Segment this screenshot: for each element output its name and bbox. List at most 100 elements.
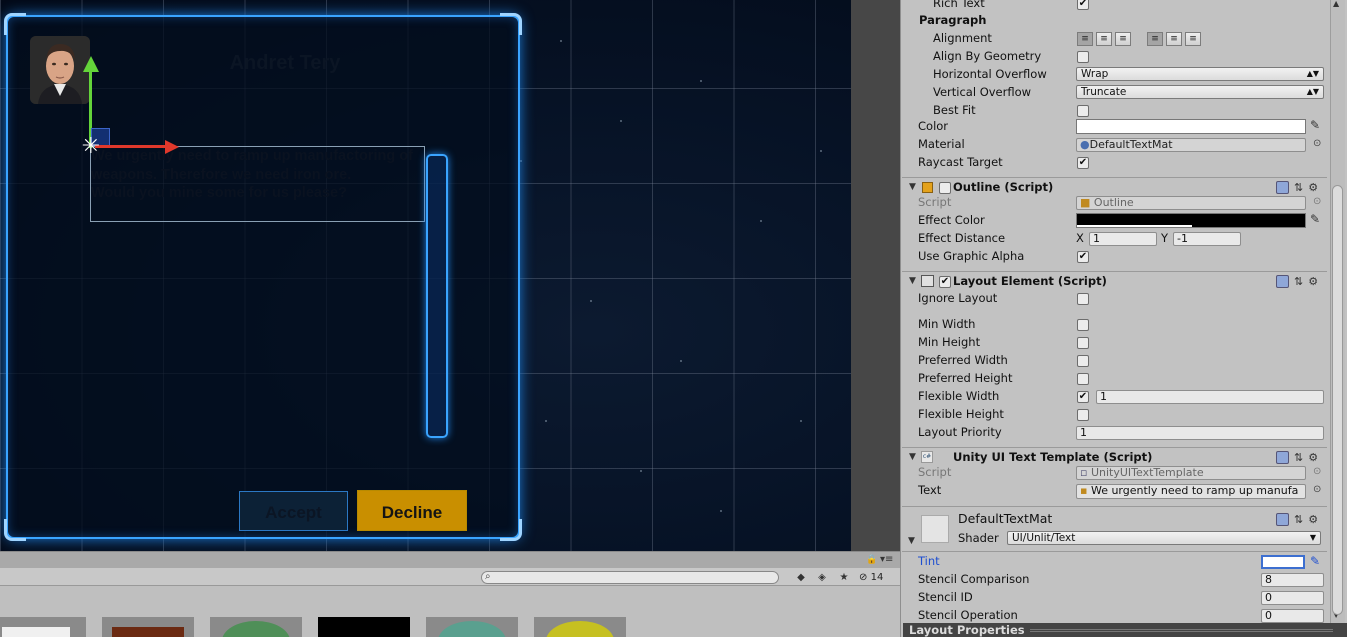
flexible-height-checkbox[interactable] (1077, 409, 1089, 421)
panel-menu-icon[interactable]: ▾≡ (880, 554, 893, 565)
layout-element-enabled-checkbox[interactable]: ✔ (939, 276, 951, 288)
help-book-icon[interactable] (1276, 451, 1289, 464)
hidden-count: 14 (870, 572, 884, 583)
preset-icon[interactable]: ⇅ (1294, 513, 1303, 526)
drag-handle[interactable] (1030, 629, 1333, 632)
asset-thumbnail[interactable] (0, 617, 86, 637)
lock-icon[interactable]: 🔒 (866, 555, 877, 565)
accept-button[interactable]: Accept (239, 491, 348, 531)
filter-by-type-icon[interactable]: ◆ (793, 571, 809, 584)
asset-thumbnail[interactable] (426, 617, 518, 637)
align-center-button[interactable]: ≡ (1096, 32, 1112, 46)
flexible-width-checkbox[interactable]: ✔ (1077, 391, 1089, 403)
align-bottom-button[interactable]: ≡ (1185, 32, 1201, 46)
project-search-input[interactable]: ⌕ (481, 571, 779, 584)
raycast-target-checkbox[interactable]: ✔ (1077, 157, 1089, 169)
eyedropper-icon[interactable]: ✎ (1310, 554, 1320, 568)
asset-thumbnail[interactable] (534, 617, 626, 637)
layout-properties-bar[interactable]: Layout Properties (903, 623, 1347, 637)
rich-text-checkbox[interactable]: ✔ (1077, 0, 1089, 10)
foldout-arrow-icon[interactable]: ▼ (909, 276, 916, 286)
asset-thumbnail[interactable] (210, 617, 302, 637)
stencil-comparison-field[interactable]: 8 (1261, 573, 1324, 587)
foldout-arrow-icon[interactable]: ▼ (909, 452, 916, 462)
inspector-scroll-thumb[interactable] (1332, 185, 1343, 615)
scene-out-of-bounds (851, 0, 900, 551)
eye-slash-icon: ⊘ (859, 572, 868, 583)
gear-icon[interactable]: ⚙ (1308, 513, 1318, 526)
foldout-arrow-icon[interactable]: ▼ (909, 182, 916, 192)
divider (902, 506, 1327, 507)
scene-view[interactable]: Andret Tery We urgently need to ramp up … (0, 0, 900, 551)
dropdown-arrow-icon: ▲▼ (1306, 69, 1319, 78)
hidden-packages-toggle[interactable]: ⊘ 14 (859, 570, 897, 585)
effect-color-swatch[interactable] (1076, 213, 1306, 228)
effect-distance-y-field[interactable]: -1 (1173, 232, 1241, 246)
scroll-up-icon[interactable]: ▲ (1333, 0, 1339, 8)
asset-thumbnail[interactable] (318, 617, 410, 637)
use-graphic-alpha-checkbox[interactable]: ✔ (1077, 251, 1089, 263)
flexible-width-label: Flexible Width (918, 389, 1000, 403)
object-picker-icon[interactable]: ⊙ (1313, 484, 1321, 495)
text-template-text-field[interactable]: ▪ We urgently need to ramp up manufa (1076, 484, 1306, 499)
ignore-layout-checkbox[interactable] (1077, 293, 1089, 305)
move-gizmo-x-axis[interactable] (95, 145, 169, 148)
min-width-checkbox[interactable] (1077, 319, 1089, 331)
min-height-checkbox[interactable] (1077, 337, 1089, 349)
stencil-operation-field[interactable]: 0 (1261, 609, 1324, 623)
help-book-icon[interactable] (1276, 181, 1289, 194)
pivot-icon[interactable]: ✳ (79, 135, 103, 159)
material-field[interactable]: ●DefaultTextMat (1076, 138, 1306, 152)
align-by-geometry-checkbox[interactable] (1077, 51, 1089, 63)
asset-thumbnail[interactable] (102, 617, 194, 637)
tint-color-swatch[interactable] (1261, 555, 1305, 569)
shader-dropdown[interactable]: UI/Unlit/Text ▼ (1007, 531, 1321, 545)
shader-value: UI/Unlit/Text (1012, 532, 1076, 544)
gear-icon[interactable]: ⚙ (1308, 451, 1318, 464)
help-book-icon[interactable] (1276, 513, 1289, 526)
move-gizmo-y-arrow-icon[interactable] (83, 56, 99, 72)
filter-by-label-icon[interactable]: ◈ (814, 571, 830, 584)
decline-button[interactable]: Decline (357, 490, 467, 531)
layout-priority-field[interactable]: 1 (1076, 426, 1324, 440)
align-top-button[interactable]: ≡ (1147, 32, 1163, 46)
effect-distance-x-field[interactable]: 1 (1089, 232, 1157, 246)
paragraph-header: Paragraph (919, 13, 987, 27)
vertical-overflow-dropdown[interactable]: Truncate ▲▼ (1076, 85, 1324, 99)
object-picker-icon[interactable]: ⊙ (1313, 138, 1321, 149)
foldout-arrow-icon[interactable]: ▼ (908, 536, 915, 546)
gear-icon[interactable]: ⚙ (1308, 275, 1318, 288)
preset-icon[interactable]: ⇅ (1294, 451, 1303, 464)
preferred-width-checkbox[interactable] (1077, 355, 1089, 367)
ignore-layout-label: Ignore Layout (918, 291, 998, 305)
gear-icon[interactable]: ⚙ (1308, 181, 1318, 194)
dropdown-arrow-icon: ▲▼ (1306, 87, 1319, 96)
move-gizmo-x-arrow-icon[interactable] (165, 140, 179, 154)
search-icon: ⌕ (485, 571, 491, 582)
horizontal-overflow-dropdown[interactable]: Wrap ▲▼ (1076, 67, 1324, 81)
eyedropper-icon[interactable]: ✎ (1310, 118, 1320, 132)
eyedropper-icon[interactable]: ✎ (1310, 212, 1320, 226)
align-middle-button[interactable]: ≡ (1166, 32, 1182, 46)
dialog-scrollbar[interactable] (426, 154, 448, 438)
material-name: DefaultTextMat (958, 511, 1053, 526)
preset-icon[interactable]: ⇅ (1294, 181, 1303, 194)
layout-element-icon (921, 275, 934, 287)
effect-color-label: Effect Color (918, 213, 985, 227)
help-book-icon[interactable] (1276, 275, 1289, 288)
layout-element-title: Layout Element (Script) (953, 274, 1107, 288)
component-header-icons: ⇅ ⚙ (1276, 451, 1318, 464)
horizontal-overflow-label: Horizontal Overflow (933, 67, 1047, 81)
best-fit-checkbox[interactable] (1077, 105, 1089, 117)
preset-icon[interactable]: ⇅ (1294, 275, 1303, 288)
preferred-height-checkbox[interactable] (1077, 373, 1089, 385)
favorite-star-icon[interactable]: ★ (836, 571, 852, 584)
align-left-button[interactable]: ≡ (1077, 32, 1093, 46)
flexible-width-field[interactable]: 1 (1096, 390, 1324, 404)
outline-script-value: Outline (1093, 196, 1134, 209)
cs-script-icon: ▫ (1080, 466, 1088, 479)
stencil-id-field[interactable]: 0 (1261, 591, 1324, 605)
align-right-button[interactable]: ≡ (1115, 32, 1131, 46)
outline-enabled-checkbox[interactable] (939, 182, 951, 194)
color-swatch[interactable] (1076, 119, 1306, 134)
